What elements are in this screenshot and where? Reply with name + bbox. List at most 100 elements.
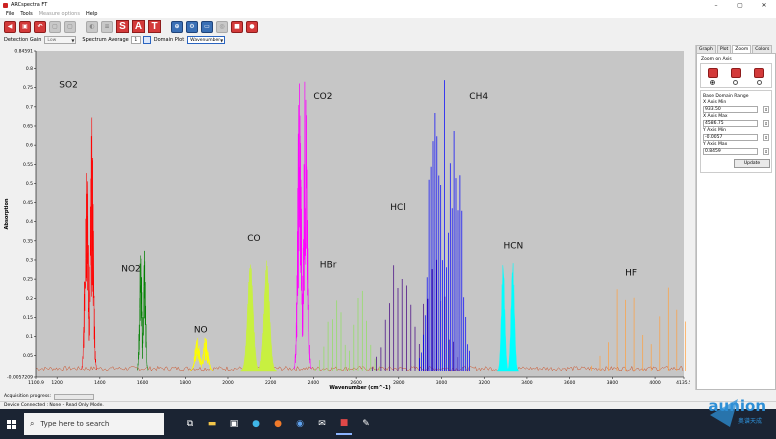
measure-icon[interactable]: ◎	[216, 20, 228, 33]
annotation-hcl: HCl	[390, 203, 406, 213]
tab-zoom[interactable]: Zoom	[732, 45, 752, 53]
taskbar: ⌕ Type here to search ⧉ ▬ ▣ ● ● ◉ ✉ ■ ✎	[0, 409, 776, 439]
open-icon[interactable]: ◀	[4, 20, 16, 33]
chevron-down-icon: ▼	[71, 38, 75, 43]
sample-button[interactable]: S	[116, 20, 129, 33]
y-tick-label: 0.25	[23, 277, 33, 283]
copy-icon[interactable]: ▢	[49, 20, 61, 33]
y-axis-label: Absorption	[4, 198, 10, 229]
y-tick-label: 0.5	[26, 181, 33, 187]
y-tick-label: 0.8	[26, 66, 33, 72]
x-axis-max-spinner[interactable]: ⇕	[763, 120, 769, 127]
x-axis-min-field[interactable]: 933.50	[703, 106, 759, 113]
zoom-x-radio[interactable]	[733, 80, 739, 85]
record-icon[interactable]: ●	[246, 20, 258, 33]
tab-graph[interactable]: Graph	[696, 45, 716, 53]
maximize-button[interactable]: ▢	[728, 0, 752, 10]
x-tick-label: 2000	[222, 380, 234, 386]
arcspectra-taskbar-icon[interactable]: ■	[336, 413, 352, 435]
update-button[interactable]: Update	[734, 159, 770, 168]
firefox-icon[interactable]: ●	[270, 413, 286, 435]
zoom-on-axis-label: Zoom on Axis	[701, 57, 732, 62]
zoom-tab-body: Zoom on Axis Base Domain Range X Axis Mi…	[696, 53, 776, 390]
annotation-ch4: CH4	[469, 92, 488, 102]
absorbance-button[interactable]: A	[132, 20, 145, 33]
annotation-co: CO	[247, 234, 260, 244]
zoom-xy-radio[interactable]	[710, 80, 716, 85]
plot-background	[36, 51, 684, 377]
x-tick-label: 4135.5	[676, 380, 690, 386]
x-axis-max-field[interactable]: 4586.75	[703, 120, 759, 127]
base-domain-range-label: Base Domain Range	[703, 94, 749, 99]
watermark-brand: aunion	[708, 397, 766, 415]
menu-measure-options[interactable]: Measure options	[39, 11, 80, 17]
device-status-text: Device Connected : None - Read Only Mode…	[4, 403, 104, 408]
app-icon-misc[interactable]: ✎	[358, 413, 374, 435]
y-axis-max-spinner[interactable]: ⇕	[763, 148, 769, 155]
menu-tools[interactable]: Tools	[20, 11, 32, 17]
apply-average-button[interactable]	[142, 36, 151, 44]
annotation-hf: HF	[625, 268, 637, 278]
x-tick-label: 3000	[436, 380, 448, 386]
y-axis-min-spinner[interactable]: ⇕	[763, 134, 769, 141]
x-tick-label: 3800	[607, 380, 619, 386]
reference-icon[interactable]: ≡	[101, 20, 113, 33]
dark-icon[interactable]: ◐	[86, 20, 98, 33]
x-axis-min-spinner[interactable]: ⇕	[763, 106, 769, 113]
settings-icon[interactable]: ⚙	[186, 20, 198, 33]
export-icon[interactable]: ▭	[201, 20, 213, 33]
y-tick-label: -0.0057209	[7, 375, 33, 381]
spectrum-chart[interactable]: -0.0057209 0.05 0.1 0.15 0.2 0.25 0.3 0.35 0.4 0.…	[0, 45, 690, 390]
x-tick-label: 3200	[479, 380, 491, 386]
close-button[interactable]: ✕	[752, 0, 776, 10]
y-tick-label: 0.3	[26, 257, 33, 263]
y-tick-label: 0.7	[26, 104, 33, 110]
window-title: ARCspectra FT	[11, 2, 48, 8]
detection-gain-value: Low	[47, 37, 57, 43]
spectrum-plot[interactable]: -0.0057209 0.05 0.1 0.15 0.2 0.25 0.3 0.35 0.4 0.…	[0, 45, 690, 391]
mail-icon[interactable]: ✉	[314, 413, 330, 435]
x-tick-label: 1100.9	[28, 380, 44, 386]
menu-help[interactable]: Help	[86, 11, 97, 17]
stop-icon[interactable]: ■	[231, 20, 243, 33]
taskbar-search[interactable]: ⌕ Type here to search	[24, 413, 164, 435]
zoom-y-option[interactable]	[754, 68, 765, 85]
y-axis-min-field[interactable]: -0.0057	[703, 134, 759, 141]
window-controls: – ▢ ✕	[704, 0, 776, 10]
y-tick-label: 0.6	[26, 143, 33, 149]
x-axis-min-label: X Axis Min	[703, 100, 727, 105]
edge-icon[interactable]: ●	[248, 413, 264, 435]
undo-icon[interactable]: ↶	[34, 20, 46, 33]
x-tick-label: 3600	[564, 380, 576, 386]
zoom-xy-option[interactable]	[707, 68, 718, 85]
zoom-y-radio[interactable]	[756, 80, 762, 85]
title-bar: ARCspectra FT – ▢ ✕	[0, 0, 776, 10]
y-tick-label: 0.45	[23, 200, 33, 206]
y-axis-max-field[interactable]: 0.8459	[703, 148, 759, 155]
zoom-x-option[interactable]	[730, 68, 741, 85]
domain-plot-select[interactable]: Wavenumber ▼	[187, 36, 226, 44]
save-icon[interactable]: ▣	[19, 20, 31, 33]
y-tick-label: 0.4	[26, 219, 33, 225]
y-tick-label: 0.75	[23, 85, 33, 91]
minimize-button[interactable]: –	[704, 0, 728, 10]
zoom-icon[interactable]: ⊕	[171, 20, 183, 33]
chrome-icon[interactable]: ◉	[292, 413, 308, 435]
x-tick-label: 4000	[649, 380, 661, 386]
menu-file[interactable]: File	[6, 11, 14, 17]
base-domain-range-group: Base Domain Range X Axis Min 933.50 ⇕ X A…	[700, 90, 772, 173]
transmittance-button[interactable]: T	[148, 20, 161, 33]
store-icon[interactable]: ▣	[226, 413, 242, 435]
tab-plot[interactable]: Plot	[716, 45, 732, 53]
annotation-no2: NO2	[121, 264, 141, 274]
spectrum-average-input[interactable]: 1	[130, 36, 141, 44]
taskbar-apps: ⧉ ▬ ▣ ● ● ◉ ✉ ■ ✎	[182, 413, 374, 435]
tab-colors[interactable]: Colors	[752, 45, 773, 53]
task-view-icon[interactable]: ⧉	[182, 413, 198, 435]
paste-icon[interactable]: ▢	[64, 20, 76, 33]
search-icon: ⌕	[30, 419, 35, 428]
annotation-hcn: HCN	[503, 241, 523, 251]
file-explorer-icon[interactable]: ▬	[204, 413, 220, 435]
start-button[interactable]	[0, 409, 22, 439]
detection-gain-select[interactable]: Low ▼	[44, 36, 77, 44]
